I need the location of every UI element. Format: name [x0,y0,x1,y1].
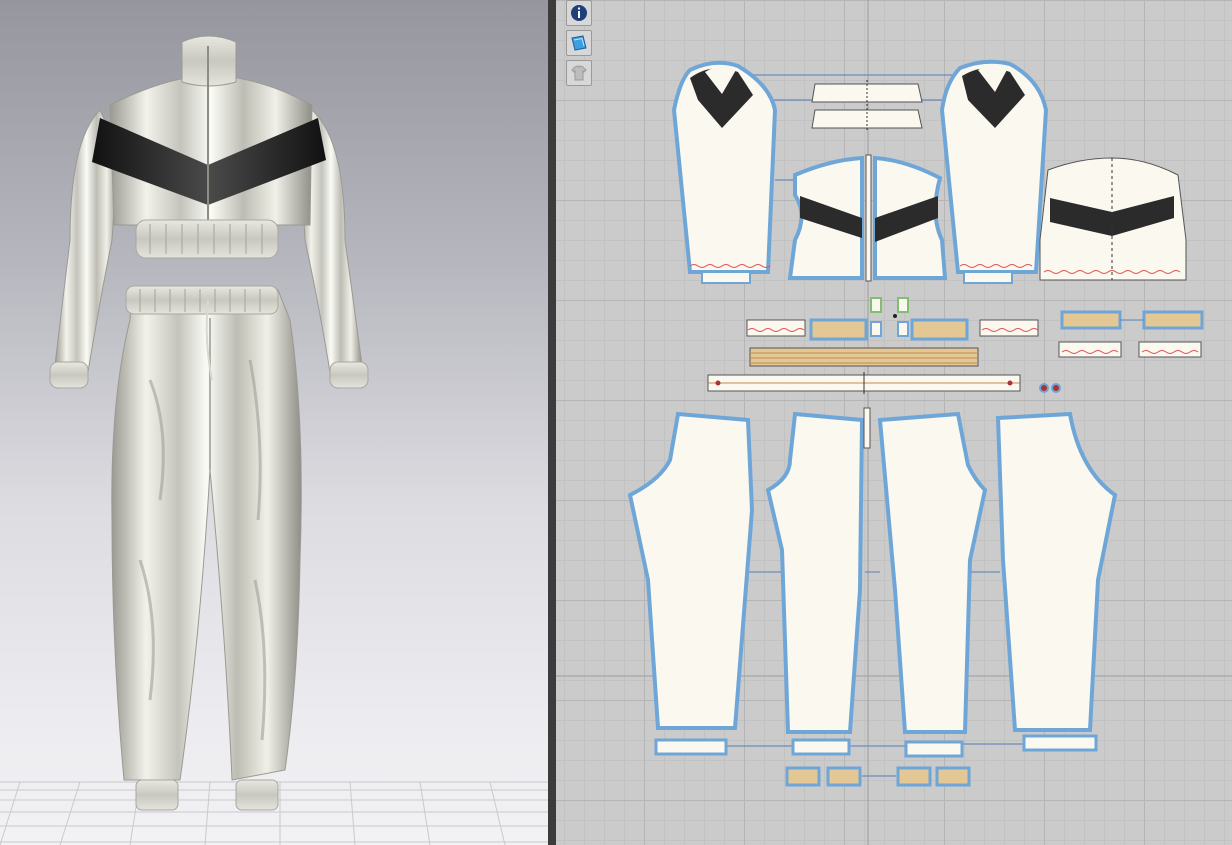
view-divider[interactable] [548,0,556,845]
garment-lock-button[interactable] [566,60,592,86]
pattern-pant-front-right [863,407,988,758]
pattern-front-right [873,155,948,280]
info-button[interactable] [566,0,592,26]
pattern-front-left [787,154,872,282]
pattern-sleeve-right [939,59,1049,284]
pattern-pant-back-right [995,411,1118,752]
2d-toolbar [566,0,594,86]
3d-scene [0,35,548,845]
info-icon [569,3,589,23]
pattern-sleeve-left [671,60,778,284]
pattern-collar [811,80,923,132]
pattern-canvas [556,0,1232,845]
pattern-back [1039,157,1187,281]
texture-icon [569,33,589,53]
garment-lock-icon [569,63,589,83]
2d-pattern-view[interactable] [556,0,1232,845]
texture-button[interactable] [566,30,592,56]
3d-viewport[interactable] [0,0,548,845]
pattern-waistbands [707,347,1061,394]
pattern-pant-back-left [627,411,755,756]
pants-3d [111,285,302,811]
pattern-pant-front-left [765,411,865,756]
